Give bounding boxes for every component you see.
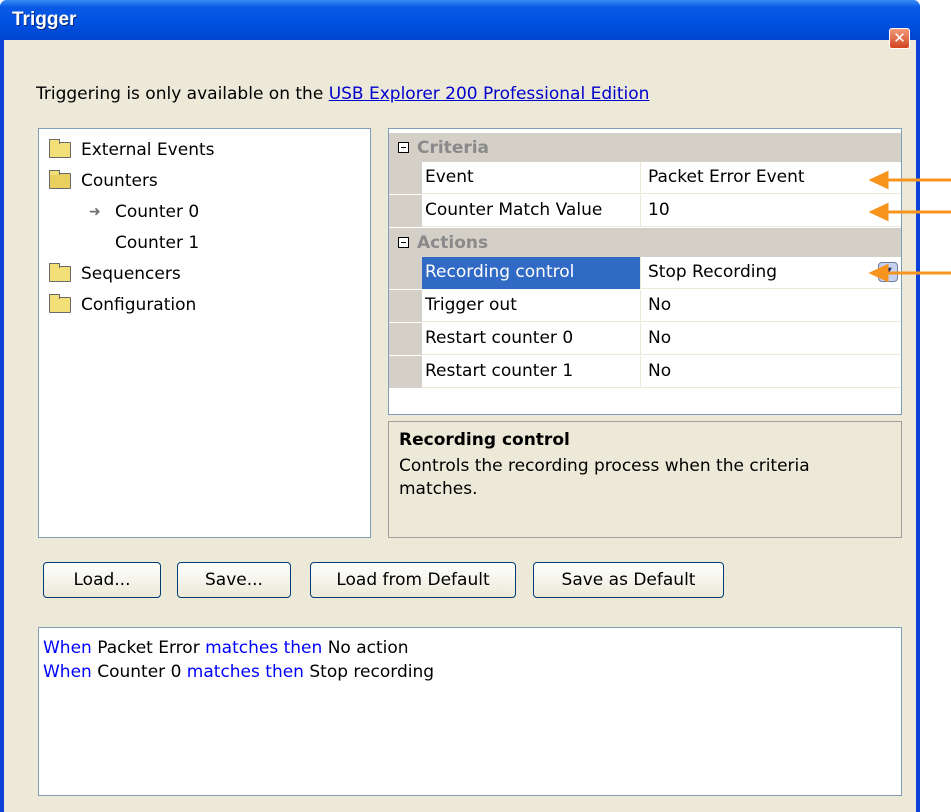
log-keyword: When	[43, 638, 92, 658]
category-criteria[interactable]: Criteria	[389, 133, 901, 162]
tree-item-label: Counter 0	[115, 202, 200, 222]
collapse-icon[interactable]	[398, 237, 409, 248]
save-as-default-button[interactable]: Save as Default	[533, 562, 724, 598]
tree-item-label: Configuration	[81, 295, 197, 315]
row-gutter	[389, 162, 422, 194]
row-gutter	[389, 195, 422, 227]
property-row-restart-counter-0[interactable]: Restart counter 0 No	[389, 323, 901, 355]
window-title: Trigger	[12, 9, 77, 30]
callout-arrow-icon	[868, 170, 951, 190]
tree-item-label: Sequencers	[81, 264, 181, 284]
property-name: Restart counter 1	[422, 356, 641, 388]
log-action: No action	[327, 638, 409, 658]
title-bar[interactable]: Trigger	[0, 0, 920, 40]
log-keyword: matches then	[205, 638, 323, 658]
description-text: Controls the recording process when the …	[399, 456, 810, 499]
log-subject: Packet Error	[97, 638, 200, 658]
log-keyword: matches then	[186, 662, 304, 682]
property-value[interactable]: No	[641, 356, 901, 388]
description-panel: Recording control Controls the recording…	[388, 421, 902, 538]
property-name: Counter Match Value	[422, 195, 641, 227]
property-name: Trigger out	[422, 290, 641, 322]
close-icon[interactable]: ✕	[889, 28, 910, 49]
callout-arrow-icon	[868, 202, 951, 222]
property-name: Recording control	[422, 257, 641, 289]
trigger-summary-log[interactable]: When Packet Error matches then No action…	[38, 627, 902, 796]
log-line: When Packet Error matches then No action	[43, 636, 901, 660]
tree-item-counter-1[interactable]: Counter 1	[115, 230, 199, 256]
description-title: Recording control	[399, 430, 570, 450]
property-row-restart-counter-1[interactable]: Restart counter 1 No	[389, 356, 901, 388]
callout-arrows-group	[868, 170, 951, 283]
category-label: Actions	[417, 232, 489, 253]
tree-item-label: Counters	[81, 171, 158, 191]
property-name: Event	[422, 162, 641, 194]
property-value[interactable]: No	[641, 323, 901, 355]
folder-closed-icon	[49, 294, 71, 313]
log-subject: Counter 0	[97, 662, 182, 682]
tree-item-sequencers[interactable]: Sequencers	[49, 261, 181, 287]
property-row-trigger-out[interactable]: Trigger out No	[389, 290, 901, 322]
collapse-icon[interactable]	[398, 142, 409, 153]
tree-item-label: External Events	[81, 140, 215, 160]
notice-text: Triggering is only available on the	[36, 84, 329, 104]
tree-item-external-events[interactable]: External Events	[49, 137, 215, 163]
row-gutter	[389, 290, 422, 322]
log-line: When Counter 0 matches then Stop recordi…	[43, 660, 901, 684]
folder-closed-icon	[49, 139, 71, 158]
property-name: Restart counter 0	[422, 323, 641, 355]
tree-item-counter-0[interactable]: ➜ Counter 0	[89, 199, 199, 225]
callout-arrow-icon	[868, 263, 951, 283]
arrow-right-icon: ➜	[89, 204, 101, 220]
load-from-default-button[interactable]: Load from Default	[310, 562, 516, 598]
trigger-tree[interactable]: External Events Counters ➜ Counter 0 Cou…	[38, 128, 371, 538]
tree-item-configuration[interactable]: Configuration	[49, 292, 196, 318]
row-gutter	[389, 356, 422, 388]
folder-closed-icon	[49, 263, 71, 282]
folder-open-icon	[49, 170, 71, 189]
log-keyword: When	[43, 662, 92, 682]
log-action: Stop recording	[309, 662, 435, 682]
tree-item-label: Counter 1	[115, 233, 200, 253]
row-gutter	[389, 257, 422, 289]
edition-notice: Triggering is only available on the USB …	[36, 84, 649, 104]
save-button[interactable]: Save...	[177, 562, 291, 598]
tree-item-counters[interactable]: Counters	[49, 168, 158, 194]
load-button[interactable]: Load...	[43, 562, 161, 598]
property-value[interactable]: No	[641, 290, 901, 322]
edition-link[interactable]: USB Explorer 200 Professional Edition	[329, 84, 650, 104]
category-label: Criteria	[417, 137, 490, 158]
row-gutter	[389, 323, 422, 355]
dropdown-value: Stop Recording	[648, 262, 778, 282]
